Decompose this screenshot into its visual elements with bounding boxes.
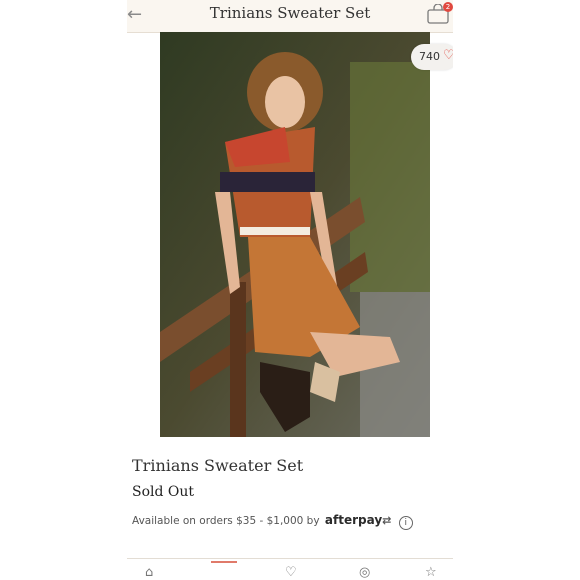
star-icon[interactable]: ☆ bbox=[425, 565, 437, 580]
payment-info: Available on orders $35 - $1,000 by afte… bbox=[132, 513, 413, 530]
product-photo[interactable] bbox=[160, 32, 430, 437]
cart-count-badge: 2 bbox=[443, 2, 453, 12]
afterpay-logo: afterpay bbox=[324, 513, 383, 527]
page-title: Trinians Sweater Set bbox=[209, 4, 371, 22]
top-bar: ← Trinians Sweater Set 2 bbox=[127, 0, 453, 33]
nav-active-indicator bbox=[211, 561, 237, 563]
compass-icon[interactable]: ◎ bbox=[359, 565, 370, 580]
product-page: ← Trinians Sweater Set 2 740 ♡ Trinians … bbox=[127, 0, 453, 580]
likes-count: 740 bbox=[419, 50, 440, 63]
likes-pill[interactable]: 740 ♡ bbox=[411, 44, 453, 70]
product-status: Sold Out bbox=[132, 484, 195, 500]
hanger-icon[interactable]: ⌂ bbox=[145, 565, 153, 580]
bottom-nav: ⌂ ♡ ◎ ☆ bbox=[127, 558, 453, 580]
shopping-bag-icon[interactable]: 2 bbox=[427, 2, 453, 24]
afterpay-mark-icon: ⇄ bbox=[382, 514, 392, 527]
heart-nav-icon[interactable]: ♡ bbox=[285, 565, 297, 580]
heart-icon[interactable]: ♡ bbox=[443, 48, 453, 63]
info-icon[interactable]: i bbox=[398, 516, 413, 530]
product-title: Trinians Sweater Set bbox=[132, 456, 304, 475]
payment-text: Available on orders $35 - $1,000 by bbox=[132, 515, 320, 527]
